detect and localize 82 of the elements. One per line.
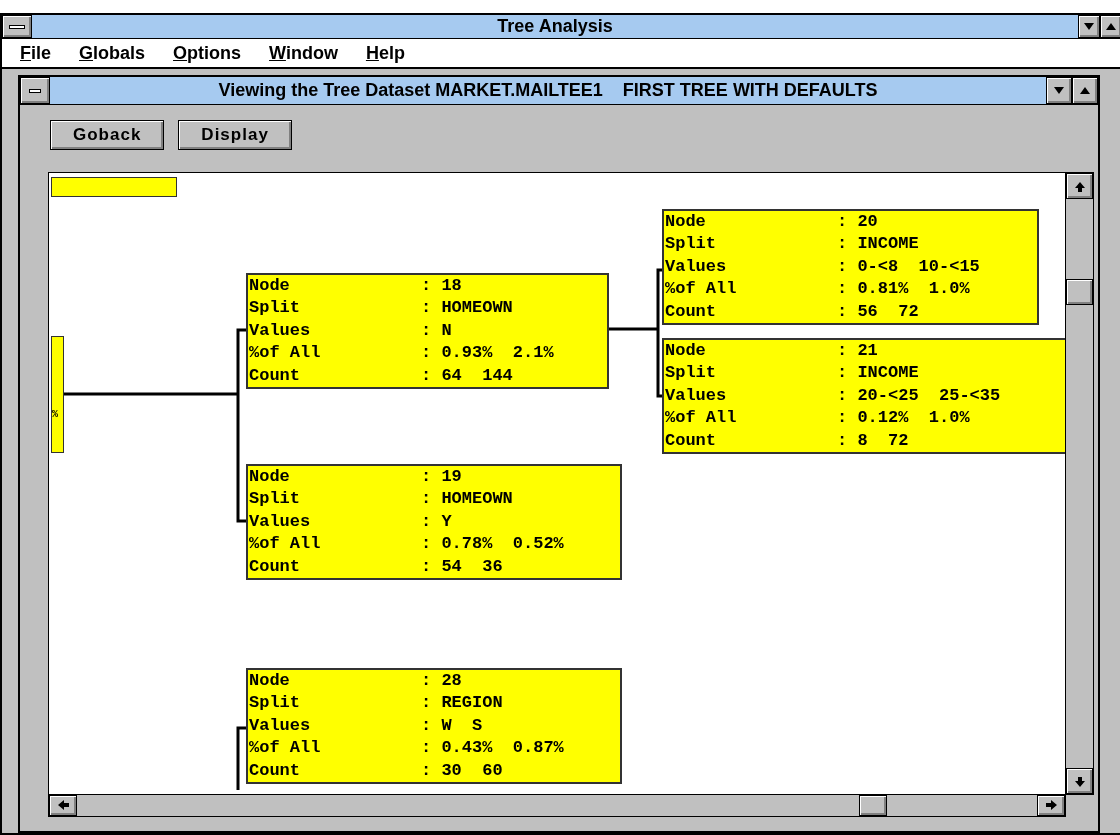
menu-item[interactable]: Options — [173, 39, 242, 67]
minimize-button[interactable] — [1078, 15, 1100, 38]
scroll-thumb[interactable] — [859, 795, 887, 816]
scroll-thumb[interactable] — [1066, 279, 1093, 305]
node-label: Split — [665, 233, 717, 256]
node-label: Count — [249, 555, 301, 578]
node-value: : N — [421, 319, 452, 342]
node-value: : Y — [421, 510, 452, 533]
node-value: : 0.43% 0.87% — [421, 737, 564, 760]
scroll-right-button[interactable] — [1037, 795, 1065, 816]
toolbar-button[interactable]: Display — [178, 120, 292, 150]
node-label: %of All — [249, 342, 322, 365]
node-value: : 18 — [421, 275, 462, 297]
node-value: : 64 144 — [421, 364, 513, 387]
node-label: %of All — [249, 737, 322, 760]
minimize-button[interactable] — [1046, 77, 1072, 104]
node-value: : 19 — [421, 466, 462, 488]
node-label: Node — [665, 340, 707, 362]
node-value: : REGION — [421, 692, 503, 715]
horizontal-scrollbar[interactable] — [48, 795, 1066, 817]
node-label: Node — [249, 275, 291, 297]
node-value: : HOMEOWN — [421, 297, 513, 320]
node-value: : 20-<25 25-<35 — [837, 384, 1001, 407]
node-label: Values — [249, 510, 312, 533]
node-label: Split — [249, 488, 301, 511]
node-value: : 8 72 — [837, 429, 909, 452]
menu-item[interactable]: Window — [269, 39, 338, 67]
menu-item[interactable]: Help — [365, 39, 405, 67]
toolbar-button[interactable]: Goback — [50, 120, 165, 150]
caret-down-icon — [1054, 87, 1064, 94]
node-label: Values — [249, 714, 312, 737]
window-title: Viewing the Tree Dataset MARKET.MAILTEE1 FIRST TREE WITH DEFAULTS — [217, 79, 879, 102]
node-value: : INCOME — [837, 362, 919, 385]
window-title: Tree Analysis — [496, 15, 614, 38]
maximize-button[interactable] — [1100, 15, 1120, 38]
scroll-left-button[interactable] — [49, 795, 77, 816]
vertical-scrollbar[interactable] — [1065, 173, 1093, 794]
node-label: Values — [665, 255, 728, 278]
node-label: %of All — [665, 278, 738, 301]
node-value: : 21 — [837, 340, 878, 362]
node-label: Count — [665, 300, 717, 323]
system-menu-button[interactable] — [2, 15, 32, 38]
connector-line — [236, 726, 246, 790]
node-label: Count — [665, 429, 717, 452]
node-value: % — [52, 408, 58, 421]
caret-up-icon — [1080, 87, 1090, 94]
node-value: : 0.78% 0.52% — [421, 533, 564, 556]
node-value: : INCOME — [837, 233, 919, 256]
scroll-down-button[interactable] — [1066, 768, 1093, 794]
system-menu-button[interactable] — [20, 77, 50, 104]
node-label: Split — [249, 692, 301, 715]
node-label: %of All — [249, 533, 322, 556]
node-value: : 28 — [421, 670, 462, 692]
node-label: Node — [249, 466, 291, 488]
node-value: : 56 72 — [837, 300, 919, 323]
menu-item[interactable]: Globals — [79, 39, 146, 67]
node-label: Count — [249, 364, 301, 387]
caret-down-icon — [1084, 23, 1094, 30]
node-value: : 0.93% 2.1% — [421, 342, 554, 365]
node-value: : 30 60 — [421, 759, 503, 782]
node-value: : HOMEOWN — [421, 488, 513, 511]
node-label: Values — [665, 384, 728, 407]
arrow-down-icon — [1073, 774, 1086, 788]
node-value: : 54 36 — [421, 555, 503, 578]
node-label: Values — [249, 319, 312, 342]
node-label: Split — [249, 297, 301, 320]
arrow-left-icon — [57, 799, 69, 812]
node-label: Node — [249, 670, 291, 692]
node-value: : 20 — [837, 211, 878, 233]
node-label: Split — [665, 362, 717, 385]
maximize-button[interactable] — [1072, 77, 1098, 104]
scroll-up-button[interactable] — [1066, 173, 1093, 199]
node-value: : 0.12% 1.0% — [837, 407, 970, 430]
node-label: %of All — [665, 407, 738, 430]
node-value: : W S — [421, 714, 483, 737]
node-label: Node — [665, 211, 707, 233]
node-label: Count — [249, 759, 301, 782]
menu-item[interactable]: File — [20, 39, 51, 67]
node-value: : 0-<8 10-<15 — [837, 255, 980, 278]
arrow-right-icon — [1045, 799, 1057, 812]
caret-up-icon — [1106, 23, 1116, 30]
node-value: : 0.81% 1.0% — [837, 278, 970, 301]
